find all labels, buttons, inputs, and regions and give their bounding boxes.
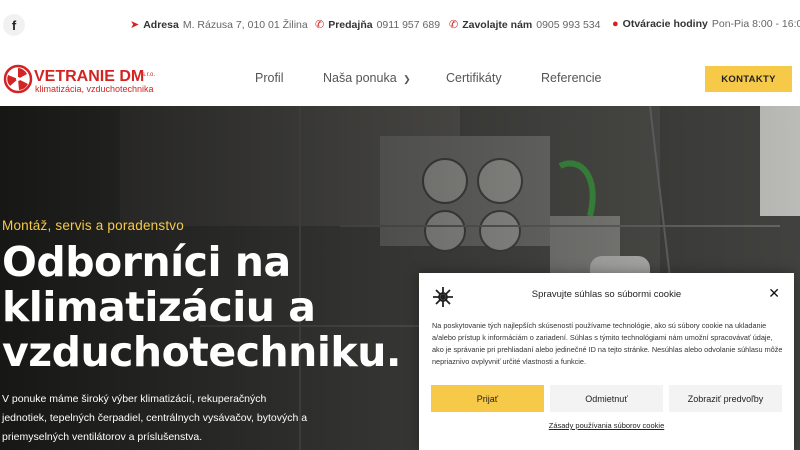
accept-cookies-button[interactable]: Prijať: [431, 385, 544, 412]
opening-hours-info: ● Otváracie hodiny Pon-Pia 8:00 - 16:00: [612, 18, 800, 30]
logo-tagline: klimatizácia, vzduchotechnika: [35, 84, 154, 94]
contact-button[interactable]: KONTAKTY: [705, 66, 792, 92]
phone-icon: ✆: [449, 19, 459, 31]
view-preferences-button[interactable]: Zobraziť predvoľby: [669, 385, 782, 412]
deny-cookies-button[interactable]: Odmietnuť: [550, 385, 663, 412]
fan-icon: [3, 64, 33, 94]
main-navigation: VETRANIE DM s.r.o. klimatizácia, vzducho…: [0, 52, 800, 106]
opening-hours-value: Pon-Pia 8:00 - 16:00: [711, 18, 800, 30]
cookie-dialog-text: Na poskytovanie tých najlepších skúsenos…: [432, 321, 783, 366]
location-arrow-icon: ➤: [130, 19, 140, 31]
address-value: M. Rázusa 7, 010 01 Žilina: [182, 18, 308, 31]
clock-icon: ●: [612, 18, 619, 30]
hero-title: Odborníci na klimatizáciu a vzduchotechn…: [2, 238, 401, 376]
call-us-value: 0905 993 534: [536, 18, 601, 31]
shop-phone-value: 0911 957 689: [376, 18, 441, 31]
hero-kicker: Montáž, servis a poradenstvo: [2, 218, 184, 233]
phone-icon: ✆: [315, 19, 325, 31]
chevron-down-icon: ❯: [403, 74, 411, 84]
logo-suffix: s.r.o.: [142, 72, 155, 78]
opening-hours-label: Otváracie hodiny: [622, 18, 708, 30]
cookie-dialog-title: Spravujte súhlas so súbormi cookie: [531, 289, 682, 300]
nav-item-referencie[interactable]: Referencie: [541, 71, 601, 85]
nav-item-nasa-ponuka[interactable]: Naša ponuka ❯: [323, 71, 411, 85]
hero-description: V ponuke máme široký výber klimatizácií,…: [2, 393, 308, 443]
cookie-consent-dialog: Spravujte súhlas so súbormi cookie ✕ Na …: [419, 273, 794, 450]
top-info-bar: f ➤ Adresa M. Rázusa 7, 010 01 Žilina ✆ …: [0, 0, 800, 53]
close-icon[interactable]: ✕: [768, 286, 780, 302]
company-logo[interactable]: VETRANIE DM s.r.o. klimatizácia, vzducho…: [3, 62, 173, 96]
nav-item-nasa-ponuka-label: Naša ponuka: [323, 71, 397, 85]
call-us-info[interactable]: ✆ Zavolajte nám 0905 993 534: [449, 18, 601, 32]
address-label: Adresa: [143, 18, 179, 31]
call-us-label: Zavolajte nám: [462, 18, 533, 31]
nav-item-certifikaty[interactable]: Certifikáty: [446, 71, 502, 85]
facebook-icon[interactable]: f: [3, 14, 25, 36]
logo-name: VETRANIE DM: [34, 68, 144, 85]
nav-item-profil[interactable]: Profil: [255, 71, 283, 85]
shop-phone-label: Predajňa: [328, 18, 373, 31]
address-info: ➤ Adresa M. Rázusa 7, 010 01 Žilina: [130, 18, 308, 32]
cookie-policy-link[interactable]: Zásady používania súborov cookie: [419, 421, 794, 430]
shop-phone-info[interactable]: ✆ Predajňa 0911 957 689: [315, 18, 441, 32]
